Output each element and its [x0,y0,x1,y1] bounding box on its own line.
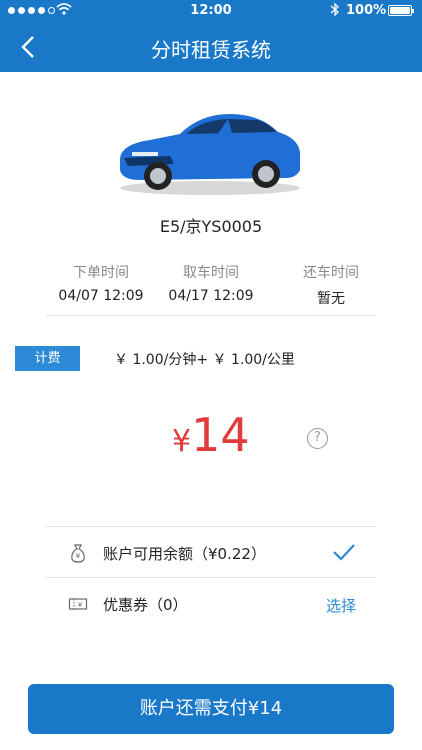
battery-percent: 100% [346,3,387,18]
pickup-time-label: 取车时间 [183,265,239,281]
order-time: 下单时间 04/07 12:09 [46,262,156,304]
coupon-label: 优惠券（0） [103,596,188,614]
currency-symbol: ¥ [172,424,192,459]
return-time: 还车时间 暂无 [276,262,386,308]
order-times: 下单时间 04/07 12:09 取车时间 04/17 12:09 还车时间 暂… [46,262,376,316]
ticket-icon: ¥ [68,594,88,614]
help-icon[interactable]: ? [307,428,328,449]
svg-text:¥: ¥ [78,601,83,609]
page-title: 分时租赁系统 [151,38,271,62]
app-header: 12:00 100% 分时租赁系统 [0,0,422,72]
coupon-row[interactable]: ¥ 优惠券（0） 选择 [46,578,376,630]
amount-value: 14 [191,408,250,462]
billing-tag: 计费 [15,346,80,371]
balance-row[interactable]: ¥ 账户可用余额（¥0.22） [46,526,376,578]
order-time-value: 04/07 12:09 [58,288,144,304]
battery-icon [388,5,414,16]
coupon-select-link[interactable]: 选择 [326,595,356,616]
order-time-label: 下单时间 [73,265,129,281]
car-image [110,100,310,200]
car-plate: E5/京YS0005 [159,217,263,236]
total-amount: ¥14 [172,408,250,462]
svg-text:¥: ¥ [76,552,81,560]
money-bag-icon: ¥ [68,543,88,563]
pickup-time-value: 04/17 12:09 [168,288,254,304]
pickup-time: 取车时间 04/17 12:09 [156,262,266,304]
return-time-value: 暂无 [317,291,345,307]
status-bar: 12:00 100% [0,0,422,22]
return-time-label: 还车时间 [303,265,359,281]
pay-button[interactable]: 账户还需支付¥14 [28,684,394,734]
checkmark-icon[interactable] [332,542,356,562]
billing-rate: ￥ 1.00/分钟+ ￥ 1.00/公里 [114,352,295,368]
bluetooth-icon [330,2,340,21]
balance-label: 账户可用余额（¥0.22） [103,545,266,563]
